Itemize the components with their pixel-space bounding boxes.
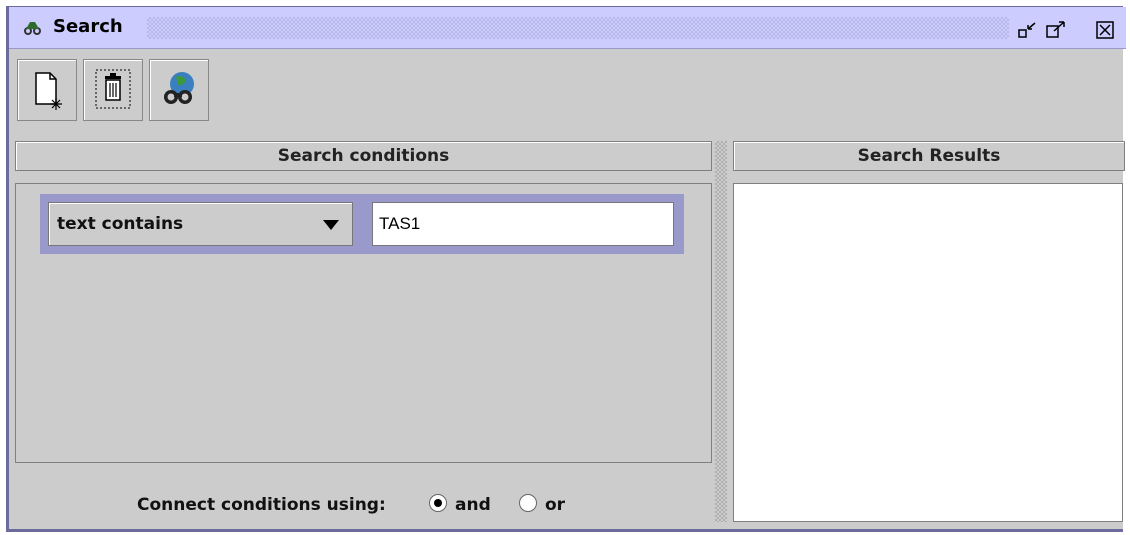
radio-selected-dot <box>434 499 442 507</box>
run-search-button[interactable] <box>149 59 209 121</box>
conditions-area: text contains <box>15 183 712 463</box>
search-binoculars-icon <box>164 72 194 104</box>
trash-icon <box>95 69 131 109</box>
search-window: Search Search conditions text contains T… <box>6 6 1126 532</box>
search-conditions-header: Search conditions <box>15 141 712 171</box>
new-document-icon <box>35 72 62 110</box>
search-conditions-panel: Search conditions text contains Connect … <box>15 141 712 522</box>
search-results-panel: Search Results <box>731 141 1125 522</box>
connect-conditions-label: Connect conditions using: <box>137 495 386 515</box>
minimize-icon[interactable] <box>1017 21 1039 39</box>
condition-type-dropdown[interactable]: text contains <box>48 202 353 246</box>
search-results-header: Search Results <box>733 141 1125 171</box>
condition-type-value: text contains <box>57 214 184 234</box>
condition-value-input[interactable] <box>372 202 674 246</box>
title-bar[interactable]: Search <box>9 7 1126 49</box>
toolbar <box>9 51 1126 127</box>
or-radio[interactable] <box>519 494 537 512</box>
split-pane-divider[interactable] <box>715 141 727 522</box>
binoculars-icon <box>24 22 41 35</box>
window-title: Search <box>53 16 123 37</box>
condition-row: text contains <box>40 194 684 254</box>
chevron-down-icon <box>323 220 339 230</box>
or-radio-label[interactable]: or <box>545 495 565 515</box>
and-radio-label[interactable]: and <box>455 495 491 515</box>
and-radio[interactable] <box>429 494 447 512</box>
new-condition-button[interactable] <box>17 59 77 121</box>
maximize-icon[interactable] <box>1045 21 1067 39</box>
search-results-list[interactable] <box>733 183 1123 522</box>
close-icon[interactable] <box>1095 21 1117 39</box>
connect-conditions-bar: Connect conditions using: and or <box>15 463 712 522</box>
delete-condition-button[interactable] <box>83 59 143 121</box>
title-grip <box>147 17 1009 39</box>
